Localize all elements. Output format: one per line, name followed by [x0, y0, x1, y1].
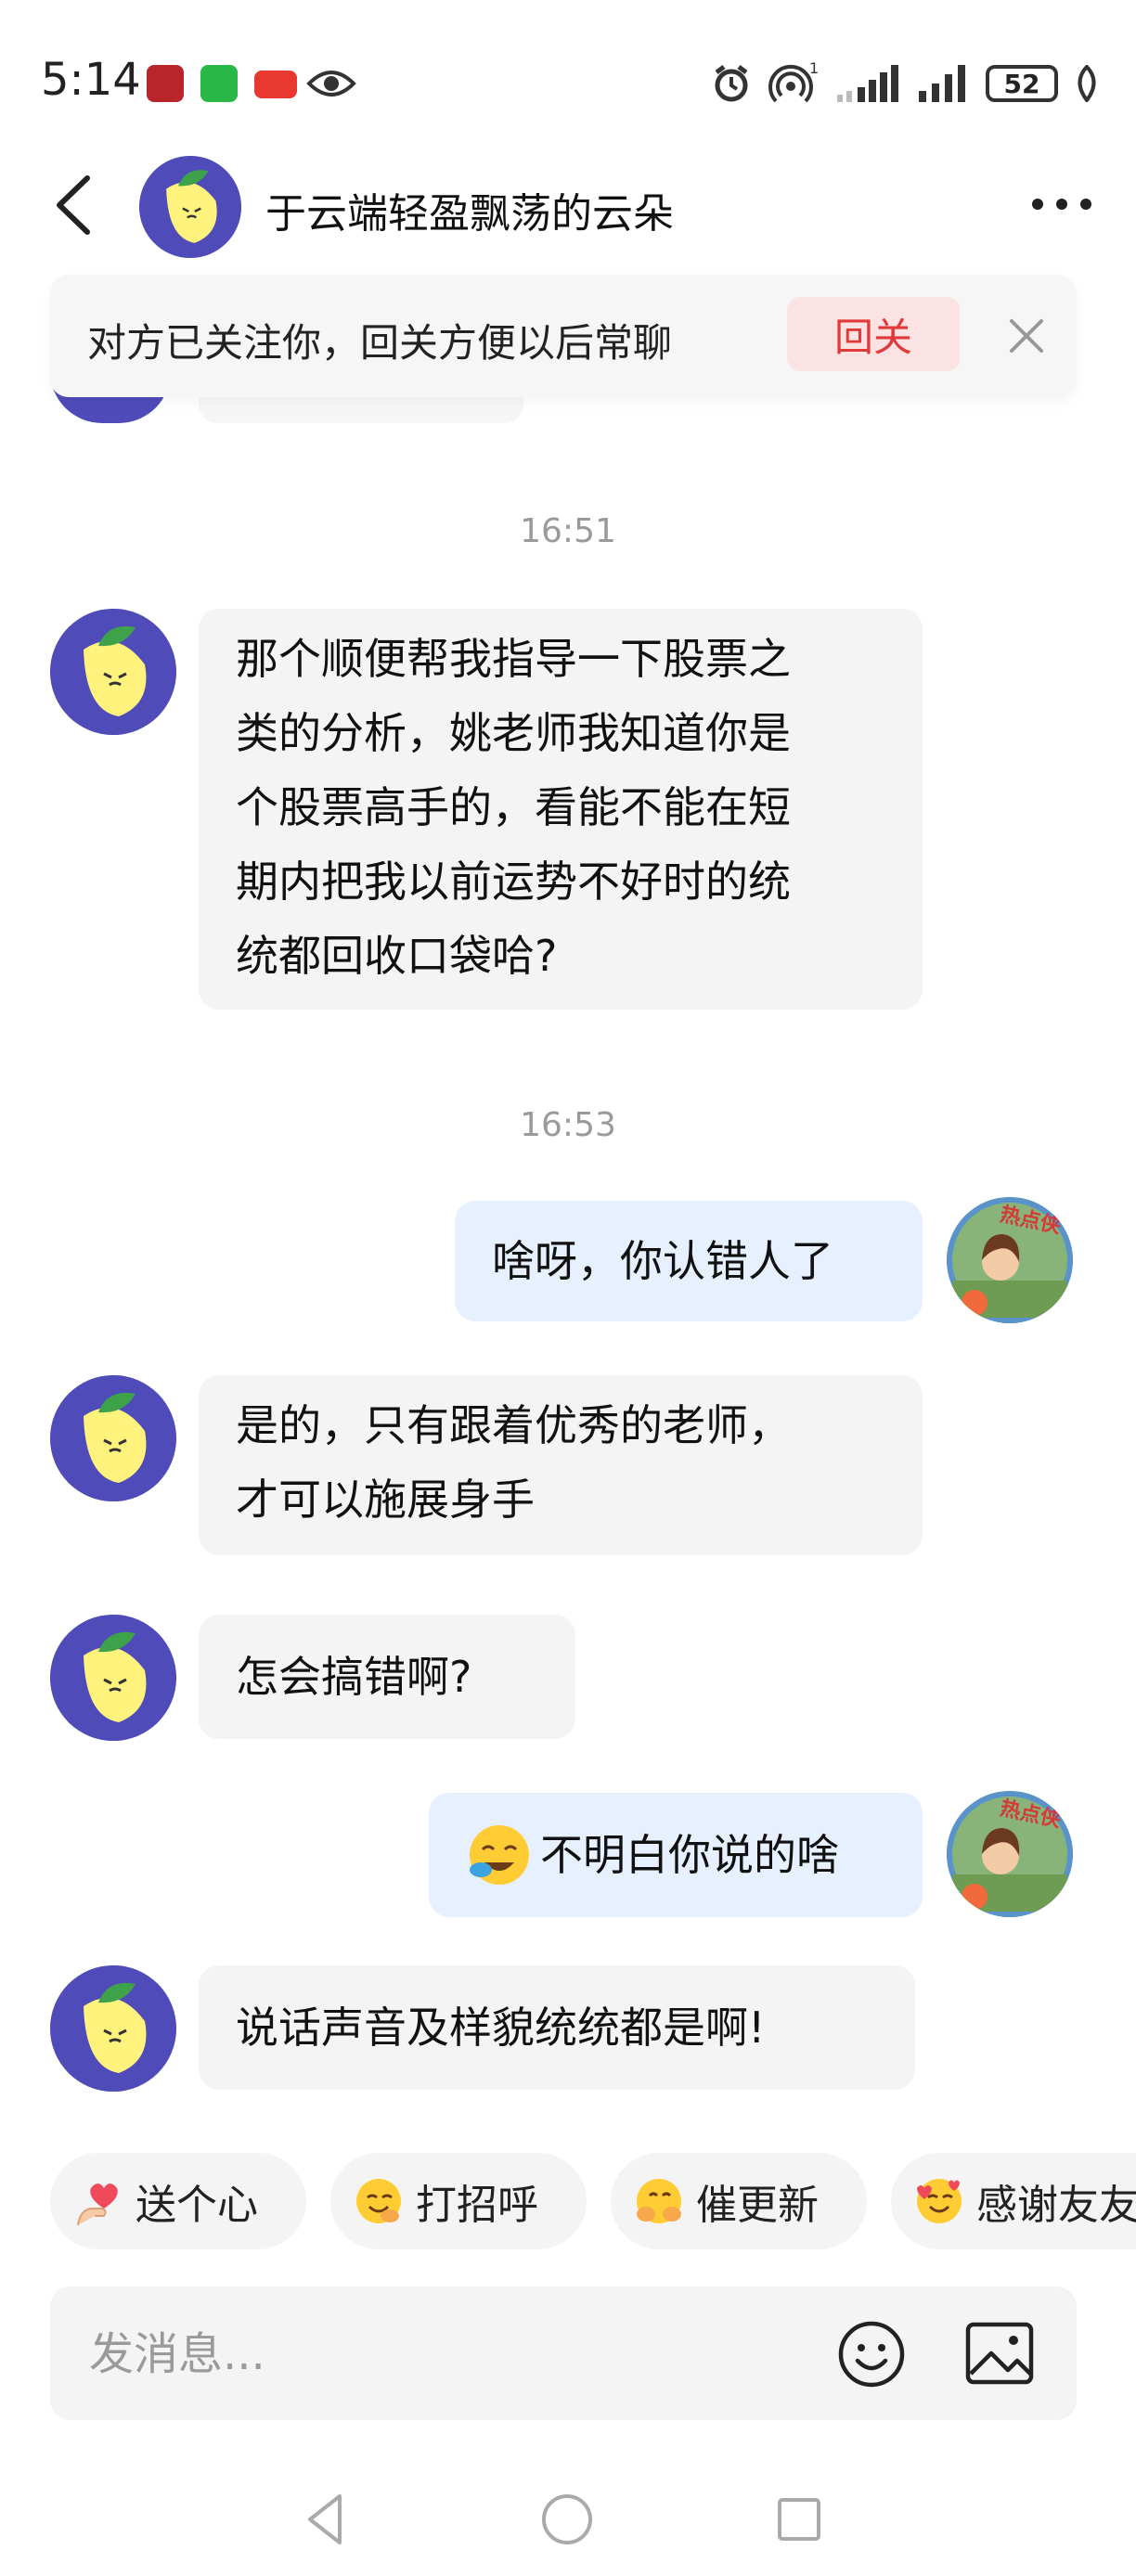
message-bubble-received[interactable]: 是的，只有跟着优秀的老师， 才可以施展身手: [199, 1375, 923, 1555]
message-bubble-sent[interactable]: 不明白你说的啥: [429, 1793, 923, 1917]
lemon-avatar-icon: [50, 609, 176, 735]
lemon-avatar-icon: [50, 1375, 176, 1501]
lemon-avatar-icon: [50, 1965, 176, 2092]
quick-reply-send-heart[interactable]: 送个心: [50, 2153, 306, 2249]
follow-banner-text: 对方已关注你，回关方便以后常聊: [87, 320, 673, 366]
message-bubble-received[interactable]: 那个顺便帮我指导一下股票之 类的分析，姚老师我知道你是 个股票高手的，看能不能在…: [199, 609, 923, 1010]
lemon-avatar-icon: [50, 1615, 176, 1741]
battery-level: 52: [1003, 68, 1040, 99]
sender-avatar[interactable]: [50, 609, 176, 735]
eye-icon: [306, 71, 356, 97]
message-line: 统都回收口袋哈?: [236, 931, 558, 981]
quick-reply-greet[interactable]: 打招呼: [330, 2153, 587, 2249]
battery-indicator: 52: [986, 65, 1058, 102]
status-time: 5:14: [41, 54, 141, 106]
message-line: 那个顺便帮我指导一下股票之: [236, 634, 791, 684]
message-text: 怎会搞错啊?: [236, 1652, 472, 1702]
message-timestamp: 16:53: [520, 1106, 616, 1144]
quick-reply-bar: 送个心 打招呼 催更新 感谢友友: [0, 2153, 1136, 2255]
more-options-button[interactable]: [1025, 176, 1099, 232]
sender-avatar[interactable]: [50, 1615, 176, 1741]
signal-icon-sim2: [919, 65, 965, 102]
quick-reply-label: 催更新: [696, 2182, 819, 2229]
message-line: 才可以施展身手: [236, 1475, 535, 1525]
follow-back-banner: 对方已关注你，回关方便以后常聊 回关: [50, 275, 1077, 397]
sender-avatar[interactable]: [50, 1965, 176, 2092]
message-line: 期内把我以前运势不好时的统: [236, 857, 791, 907]
image-button[interactable]: [965, 2322, 1034, 2385]
self-avatar[interactable]: 热点侠: [947, 1791, 1073, 1917]
nav-home-icon[interactable]: [535, 2487, 600, 2552]
message-line: 是的，只有跟着优秀的老师，: [236, 1400, 791, 1450]
emoji-button[interactable]: [837, 2320, 906, 2389]
hotspot-superscript: 1: [809, 60, 819, 77]
follow-back-button[interactable]: 回关: [787, 297, 960, 371]
quick-reply-label: 感谢友友: [976, 2182, 1136, 2229]
hotspot-icon: 1: [768, 60, 819, 103]
quick-reply-urge-update[interactable]: 催更新: [611, 2153, 867, 2249]
message-bubble-sent[interactable]: 啥呀，你认错人了: [455, 1201, 923, 1321]
quick-reply-thank[interactable]: 感谢友友: [891, 2153, 1136, 2249]
message-line: 个股票高手的，看能不能在短: [236, 782, 791, 832]
girl-avatar-icon: 热点侠: [947, 1197, 1073, 1323]
leaf-icon: [1078, 65, 1096, 102]
contact-name: 于云端轻盈飘荡的云朵: [265, 190, 674, 238]
status-right: 1 52: [711, 58, 1099, 109]
nav-recents-icon[interactable]: [767, 2487, 832, 2552]
message-line: 类的分析，姚老师我知道你是: [236, 708, 791, 758]
bank-app-icon: [147, 65, 184, 102]
message-bubble-received[interactable]: 怎会搞错啊?: [199, 1615, 575, 1739]
message-timestamp: 16:51: [520, 512, 616, 550]
message-text: 说话声音及样貌统统都是啊!: [236, 2003, 766, 2053]
sender-avatar[interactable]: [50, 1375, 176, 1501]
nav-back-icon[interactable]: [293, 2487, 358, 2552]
status-bar: 5:14 1 52: [0, 0, 1136, 148]
message-input-bar: [50, 2286, 1077, 2420]
message-bubble-received[interactable]: 说话声音及样貌统统都是啊!: [199, 1965, 915, 2090]
smiling-face-icon: [356, 2179, 401, 2223]
girl-avatar-icon: 热点侠: [947, 1791, 1073, 1917]
wechat-icon: [200, 65, 238, 102]
banner-close-icon[interactable]: [997, 306, 1056, 366]
message-text: 啥呀，你认错人了: [492, 1236, 833, 1286]
self-avatar[interactable]: 热点侠: [947, 1197, 1073, 1323]
heart-hand-icon: [77, 2183, 118, 2226]
smiling-hearts-face-icon: [917, 2179, 962, 2223]
signal-icon-sim1: [837, 65, 898, 102]
chat-header: 于云端轻盈飘荡的云朵: [0, 148, 1136, 264]
message-text: 不明白你说的啥: [540, 1830, 839, 1880]
back-button[interactable]: [46, 173, 111, 238]
lemon-avatar-icon: [139, 156, 241, 258]
alarm-icon: [715, 65, 748, 102]
contact-avatar[interactable]: [139, 156, 241, 258]
message-input[interactable]: [87, 2324, 796, 2385]
hugging-face-icon: [637, 2179, 681, 2223]
quick-reply-label: 打招呼: [416, 2182, 538, 2229]
system-nav-bar: [0, 2468, 1136, 2576]
quick-reply-label: 送个心: [136, 2182, 258, 2229]
toutiao-icon: [254, 71, 297, 98]
laughing-emoji-icon: [470, 1825, 529, 1885]
